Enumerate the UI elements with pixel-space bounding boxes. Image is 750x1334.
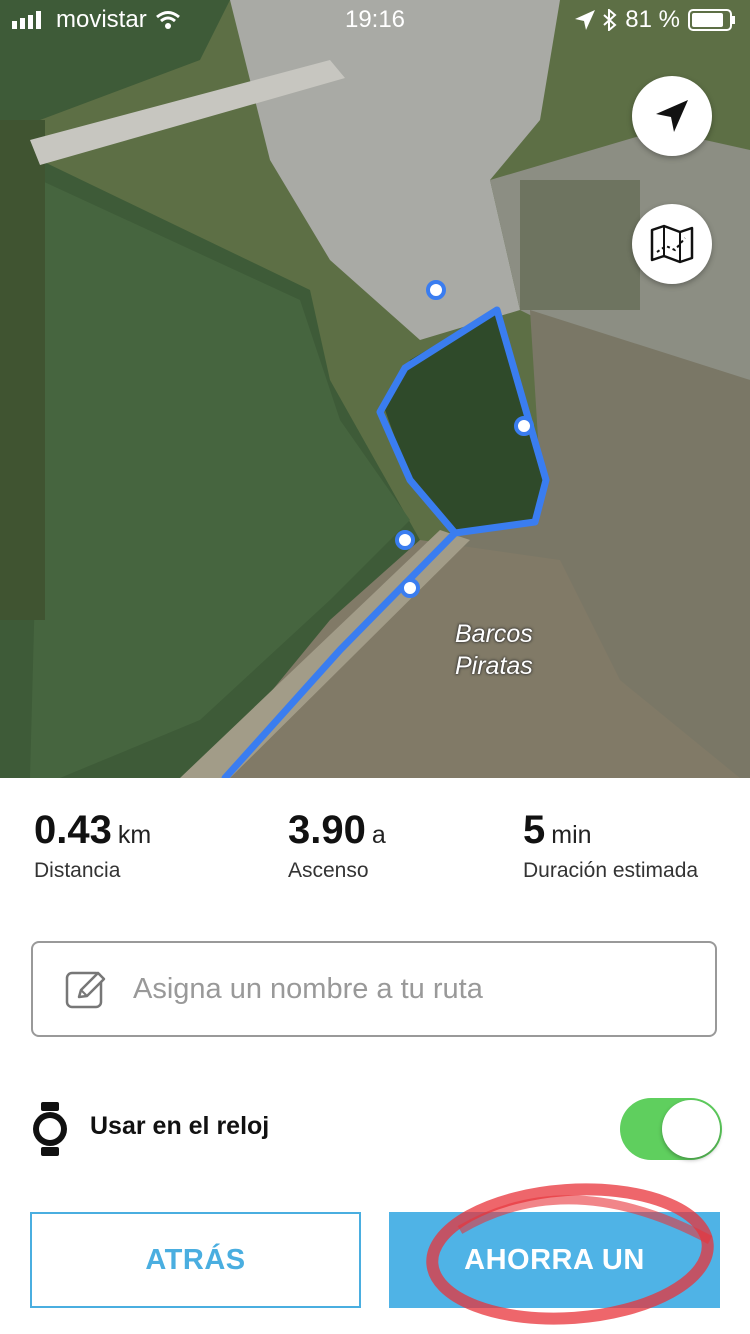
- map-layers-button[interactable]: [632, 204, 712, 284]
- stat-label: Ascenso: [288, 859, 369, 882]
- battery-icon: [688, 9, 735, 31]
- stat-unit: min: [551, 821, 592, 849]
- route-waypoint: [514, 416, 534, 436]
- stat-value: 3.90: [288, 808, 366, 852]
- edit-pencil-icon: [65, 971, 106, 1009]
- stat-label: Distancia: [34, 859, 121, 882]
- use-on-watch-toggle[interactable]: [620, 1098, 722, 1160]
- route-waypoint: [395, 530, 415, 550]
- stat-distance: 0.43 km Distancia: [34, 808, 151, 883]
- map-place-label: Barcos Piratas: [455, 620, 533, 680]
- stat-ascent: 3.90 a Ascenso: [288, 808, 386, 883]
- save-button[interactable]: AHORRA UN: [389, 1212, 720, 1308]
- back-button[interactable]: ATRÁS: [30, 1212, 361, 1308]
- stat-duration: 5 min Duración estimada: [523, 808, 698, 883]
- stat-label: Duración estimada: [523, 859, 699, 882]
- stat-unit: km: [117, 821, 152, 849]
- route-map[interactable]: Barcos Piratas movistar 19:16 81 %: [0, 0, 750, 778]
- route-waypoint: [400, 578, 420, 598]
- bluetooth-icon: [603, 9, 617, 31]
- status-bar: movistar 19:16 81 %: [0, 0, 750, 40]
- route-stats: 0.43 km Distancia 3.90 a Ascenso 5 min Dura…: [0, 808, 750, 898]
- stat-value: 5: [523, 808, 546, 852]
- use-on-watch-row: Usar en el reloj: [30, 1098, 730, 1160]
- route-name-input[interactable]: [131, 971, 695, 1007]
- stat-value: 0.43: [34, 808, 112, 852]
- stat-unit: a: [371, 821, 386, 849]
- use-on-watch-label: Usar en el reloj: [90, 1112, 270, 1140]
- locate-me-button[interactable]: [632, 76, 712, 156]
- map-layers-icon: [650, 224, 694, 264]
- route-name-field[interactable]: [31, 941, 717, 1037]
- toggle-knob: [662, 1100, 720, 1158]
- navigation-arrow-icon: [656, 100, 688, 132]
- battery-percent: 81 %: [625, 6, 680, 33]
- route-waypoint: [426, 280, 446, 300]
- watch-icon: [33, 1102, 67, 1156]
- location-arrow-icon: [575, 10, 596, 30]
